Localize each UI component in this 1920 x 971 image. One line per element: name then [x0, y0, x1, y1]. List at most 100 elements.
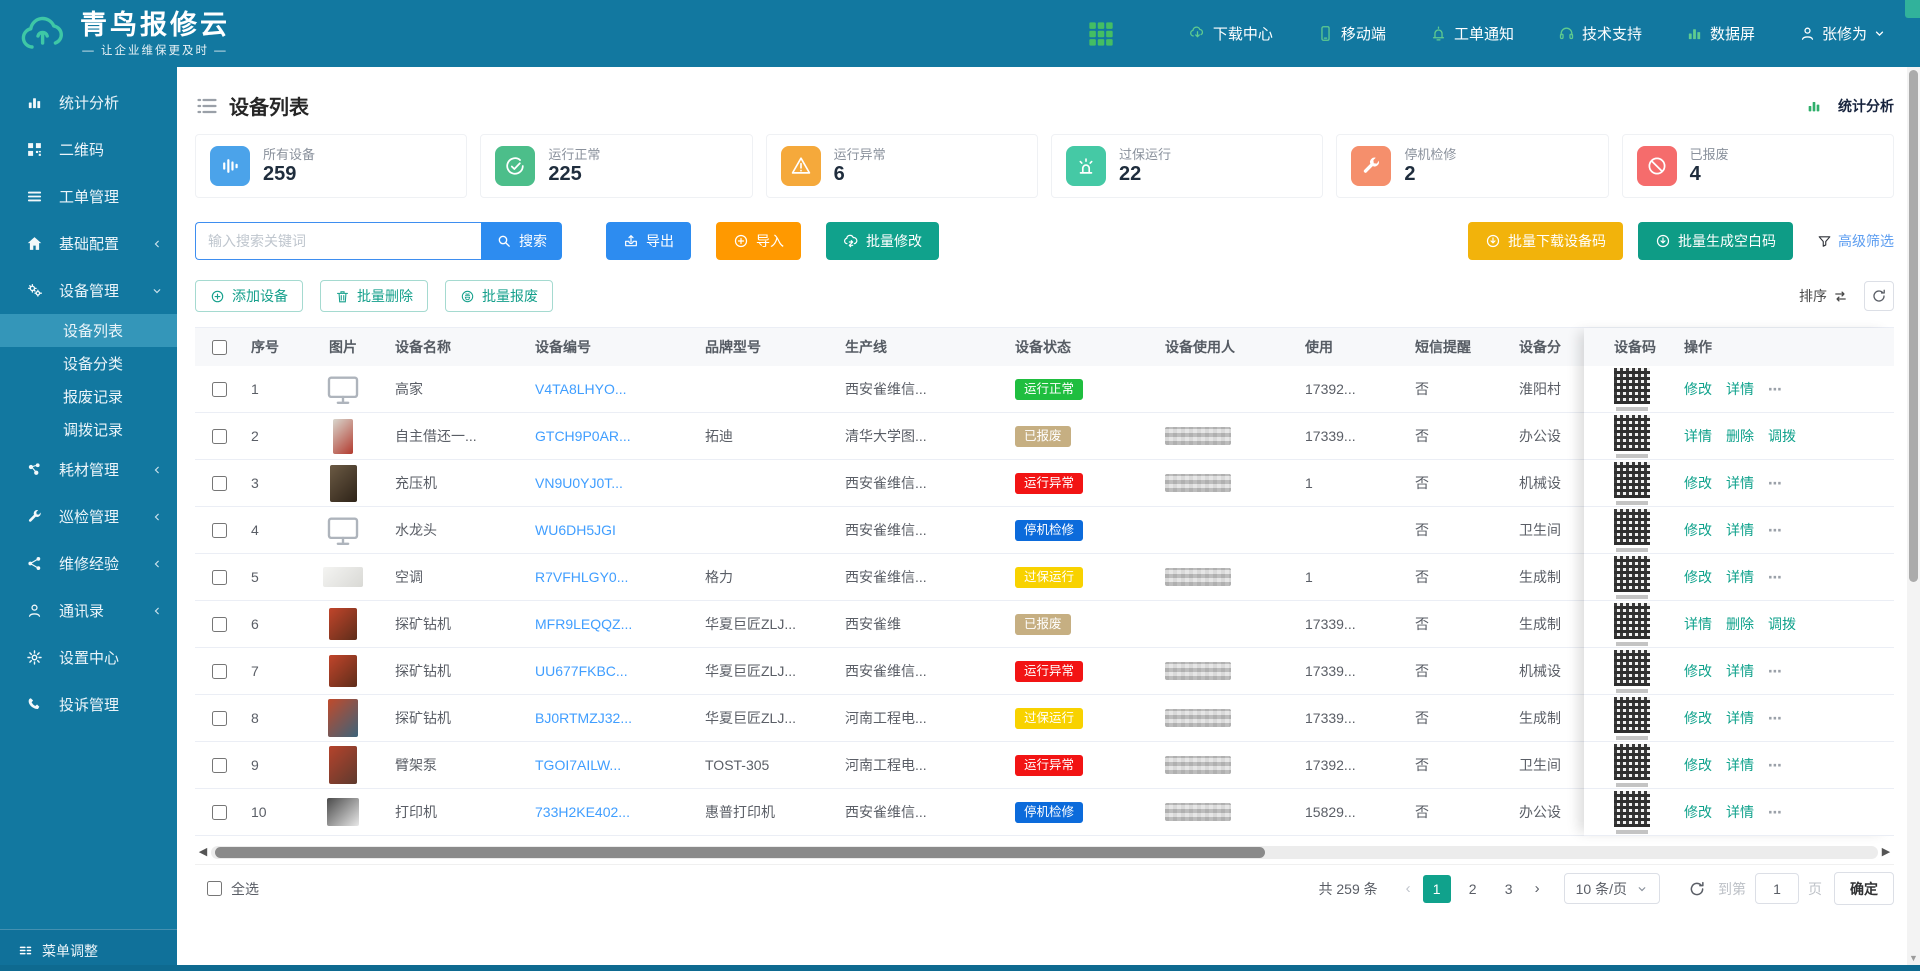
scroll-left-arrow[interactable]: ◀ [195, 845, 211, 859]
detail-link[interactable]: 详情 [1726, 567, 1754, 587]
advanced-filter-link[interactable]: 高级筛选 [1817, 231, 1894, 251]
sidebar-item-5[interactable]: 耗材管理 [0, 446, 177, 493]
qr-code[interactable] [1614, 697, 1650, 733]
export-button[interactable]: 导出 [606, 222, 691, 260]
sidebar-item-8[interactable]: 通讯录 [0, 587, 177, 634]
transfer-link[interactable]: 调拨 [1768, 614, 1796, 634]
device-code-link[interactable]: V4TA8LHYO... [527, 381, 697, 397]
sidebar-item-4[interactable]: 设备管理 [0, 267, 177, 314]
edit-link[interactable]: 修改 [1684, 708, 1712, 728]
edit-link[interactable]: 修改 [1684, 802, 1712, 822]
page-number-2[interactable]: 2 [1459, 875, 1487, 903]
batch-scrap-button[interactable]: 批量报废 [445, 280, 553, 312]
row-checkbox[interactable] [212, 805, 227, 820]
sidebar-item-7[interactable]: 维修经验 [0, 540, 177, 587]
edit-link[interactable]: 修改 [1684, 567, 1712, 587]
device-code-link[interactable]: VN9U0YJ0T... [527, 475, 697, 491]
search-input[interactable] [195, 222, 481, 260]
more-actions-button[interactable]: ⋯ [1768, 475, 1784, 492]
qr-code[interactable] [1614, 415, 1650, 451]
sidebar-item-2[interactable]: 工单管理 [0, 173, 177, 220]
apps-grid-icon[interactable] [1087, 20, 1115, 48]
transfer-link[interactable]: 调拨 [1768, 426, 1796, 446]
device-code-link[interactable]: MFR9LEQQZ... [527, 616, 697, 632]
qr-code[interactable] [1614, 368, 1650, 404]
detail-link[interactable]: 详情 [1684, 426, 1712, 446]
edit-link[interactable]: 修改 [1684, 661, 1712, 681]
row-checkbox[interactable] [212, 429, 227, 444]
row-checkbox[interactable] [212, 382, 227, 397]
more-actions-button[interactable]: ⋯ [1768, 804, 1784, 821]
page-number-3[interactable]: 3 [1495, 875, 1523, 903]
delete-link[interactable]: 删除 [1726, 426, 1754, 446]
batch-edit-button[interactable]: 批量修改 [826, 222, 939, 260]
qr-code[interactable] [1614, 603, 1650, 639]
more-actions-button[interactable]: ⋯ [1768, 757, 1784, 774]
topnav-item-2[interactable]: 工单通知 [1430, 23, 1514, 44]
sidebar-subitem-0[interactable]: 设备列表 [0, 314, 177, 347]
sidebar-subitem-1[interactable]: 设备分类 [0, 347, 177, 380]
device-code-link[interactable]: TGOI7AILW... [527, 757, 697, 773]
goto-page-input[interactable] [1755, 873, 1799, 904]
detail-link[interactable]: 详情 [1726, 708, 1754, 728]
qr-code[interactable] [1614, 556, 1650, 592]
batch-generate-codes-button[interactable]: 批量生成空白码 [1638, 222, 1793, 260]
batch-delete-button[interactable]: 批量删除 [320, 280, 428, 312]
sidebar-item-10[interactable]: 投诉管理 [0, 681, 177, 728]
confirm-page-button[interactable]: 确定 [1834, 872, 1894, 905]
sidebar-subitem-2[interactable]: 报废记录 [0, 380, 177, 413]
device-code-link[interactable]: WU6DH5JGI [527, 522, 697, 538]
row-checkbox[interactable] [212, 617, 227, 632]
more-actions-button[interactable]: ⋯ [1768, 522, 1784, 539]
scroll-right-arrow[interactable]: ▶ [1878, 845, 1894, 859]
more-actions-button[interactable]: ⋯ [1768, 710, 1784, 727]
detail-link[interactable]: 详情 [1726, 379, 1754, 399]
sidebar-item-9[interactable]: 设置中心 [0, 634, 177, 681]
horizontal-scroll-thumb[interactable] [215, 847, 1265, 858]
detail-link[interactable]: 详情 [1726, 802, 1754, 822]
edit-link[interactable]: 修改 [1684, 379, 1712, 399]
next-page-button[interactable]: › [1527, 880, 1548, 897]
pagination-refresh-button[interactable] [1688, 880, 1706, 898]
topnav-item-0[interactable]: 下载中心 [1189, 23, 1273, 44]
sidebar-item-6[interactable]: 巡检管理 [0, 493, 177, 540]
scroll-down-arrow[interactable]: ▼ [1907, 953, 1920, 963]
qr-code[interactable] [1614, 462, 1650, 498]
delete-link[interactable]: 删除 [1726, 614, 1754, 634]
edit-link[interactable]: 修改 [1684, 755, 1712, 775]
device-code-link[interactable]: BJ0RTMZJ32... [527, 710, 697, 726]
row-checkbox[interactable] [212, 476, 227, 491]
page-number-1[interactable]: 1 [1423, 875, 1451, 903]
row-checkbox[interactable] [212, 570, 227, 585]
row-checkbox[interactable] [212, 664, 227, 679]
sidebar-item-1[interactable]: 二维码 [0, 126, 177, 173]
qr-code[interactable] [1614, 791, 1650, 827]
detail-link[interactable]: 详情 [1726, 473, 1754, 493]
topnav-item-3[interactable]: 技术支持 [1558, 23, 1642, 44]
detail-link[interactable]: 详情 [1726, 755, 1754, 775]
search-button[interactable]: 搜索 [481, 222, 562, 260]
edit-link[interactable]: 修改 [1684, 520, 1712, 540]
device-code-link[interactable]: R7VFHLGY0... [527, 569, 697, 585]
corner-widget[interactable] [1905, 0, 1920, 18]
qr-code[interactable] [1614, 650, 1650, 686]
qr-code[interactable] [1614, 744, 1650, 780]
edit-link[interactable]: 修改 [1684, 473, 1712, 493]
detail-link[interactable]: 详情 [1684, 614, 1712, 634]
horizontal-scroll-track[interactable] [211, 846, 1878, 859]
sort-control[interactable]: 排序 [1799, 286, 1848, 306]
vertical-scrollbar[interactable]: ▼ [1907, 67, 1920, 965]
select-all-checkbox[interactable] [207, 881, 222, 896]
prev-page-button[interactable]: ‹ [1398, 880, 1419, 897]
user-menu[interactable]: 张修为 [1799, 23, 1886, 44]
device-code-link[interactable]: GTCH9P0AR... [527, 428, 697, 444]
device-code-link[interactable]: 733H2KE402... [527, 804, 697, 820]
row-checkbox[interactable] [212, 758, 227, 773]
topnav-item-4[interactable]: 数据屏 [1686, 23, 1755, 44]
more-actions-button[interactable]: ⋯ [1768, 569, 1784, 586]
more-actions-button[interactable]: ⋯ [1768, 663, 1784, 680]
add-device-button[interactable]: 添加设备 [195, 280, 303, 312]
batch-download-codes-button[interactable]: 批量下载设备码 [1468, 222, 1623, 260]
detail-link[interactable]: 详情 [1726, 661, 1754, 681]
row-checkbox[interactable] [212, 711, 227, 726]
